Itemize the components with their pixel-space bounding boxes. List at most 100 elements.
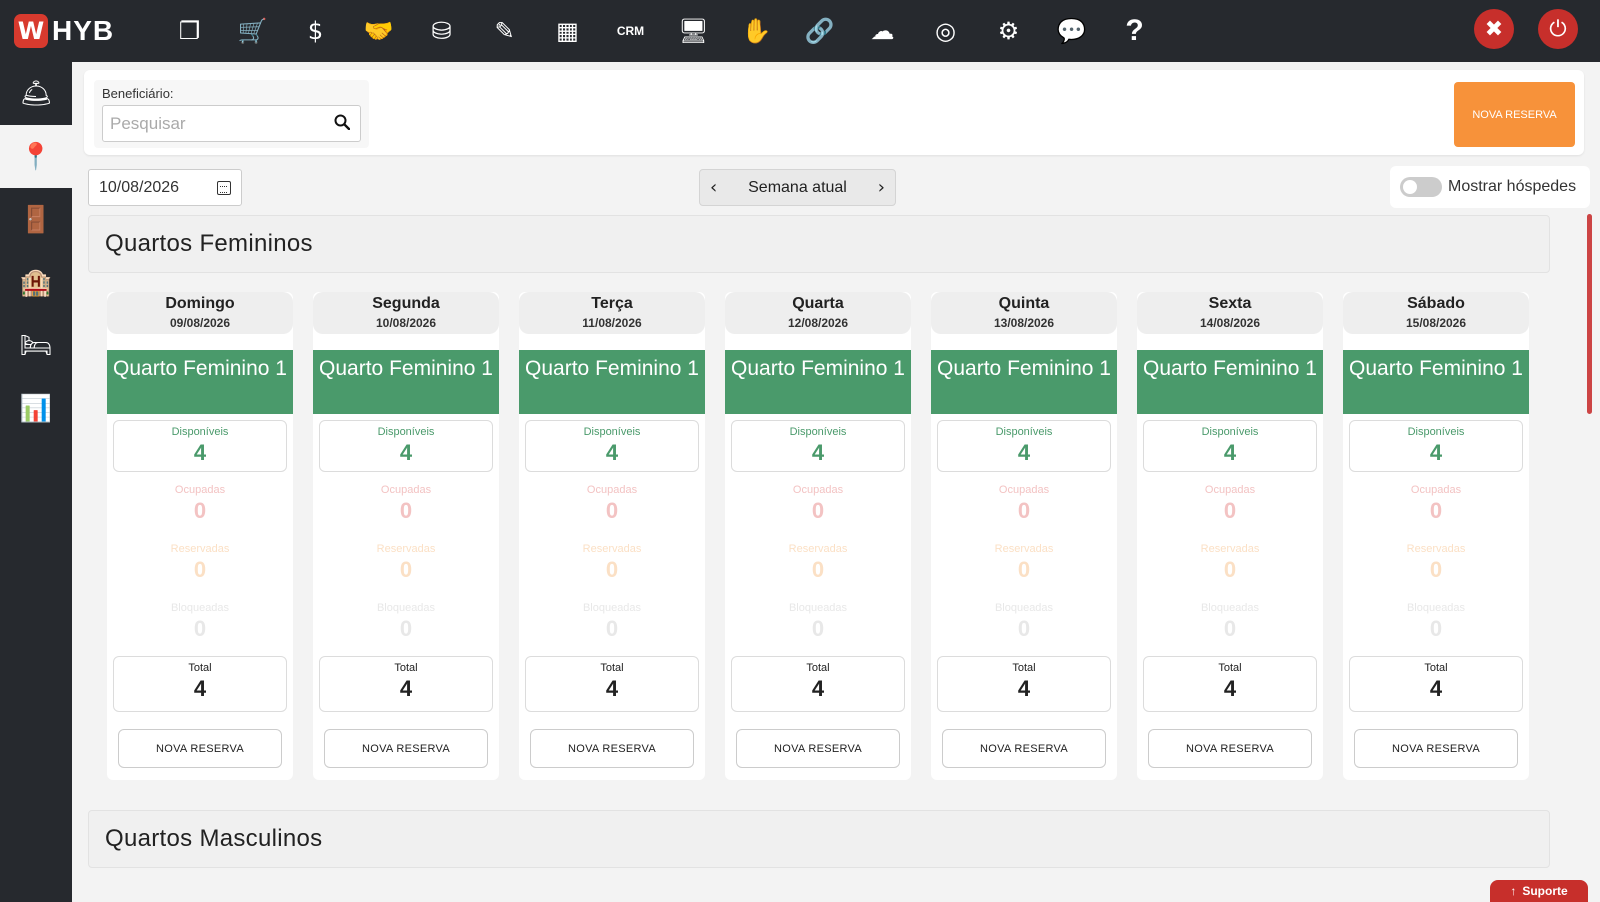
logo-text: HYB [52,15,115,46]
reception-bell-icon: 🛎 [19,78,53,109]
stat-ocupadas[interactable]: Ocupadas 0 [1143,479,1317,531]
hands-icon[interactable]: ✋ [725,0,788,62]
day-nova-reserva-button[interactable]: NOVA RESERVA [324,729,488,768]
coins-icon[interactable]: ⛁ [410,0,473,62]
scrollbar[interactable] [1587,214,1592,414]
prev-week-icon[interactable]: ‹ [710,177,717,198]
day-nova-reserva-button[interactable]: NOVA RESERVA [1148,729,1312,768]
pencil-icon[interactable]: ✎ [473,0,536,62]
stat-disponiveis[interactable]: Disponíveis 4 [319,420,493,472]
stat-disponiveis[interactable]: Disponíveis 4 [1349,420,1523,472]
stat-bloqueadas[interactable]: Bloqueadas 0 [525,597,699,649]
app-logo[interactable]: W HYB [14,14,132,48]
stat-label: Reservadas [170,543,230,555]
stat-reservadas[interactable]: Reservadas 0 [319,538,493,590]
day-date: 14/08/2026 [1199,316,1261,330]
stat-bloqueadas[interactable]: Bloqueadas 0 [319,597,493,649]
sidebar-item-hotel[interactable]: 🏨 [0,251,72,314]
stat-bloqueadas[interactable]: Bloqueadas 0 [1143,597,1317,649]
stat-ocupadas[interactable]: Ocupadas 0 [319,479,493,531]
date-picker[interactable]: 10/08/2026 [88,169,242,206]
nova-reserva-button[interactable]: NOVA RESERVA [1454,82,1575,147]
calculator-icon[interactable]: ▦ [536,0,599,62]
stat-bloqueadas[interactable]: Bloqueadas 0 [113,597,287,649]
handshake-icon[interactable]: 🤝 [347,0,410,62]
stat-disponiveis[interactable]: Disponíveis 4 [525,420,699,472]
section-quartos-femininos[interactable]: Quartos Femininos [88,215,1550,273]
room-header[interactable]: Quarto Feminino 1 [313,350,499,414]
stat-disponiveis[interactable]: Disponíveis 4 [731,420,905,472]
help-icon[interactable]: ? [1103,0,1166,62]
tools-icon[interactable]: ✖ [1474,9,1514,49]
day-nova-reserva-button[interactable]: NOVA RESERVA [736,729,900,768]
stat-disponiveis[interactable]: Disponíveis 4 [937,420,1111,472]
week-label[interactable]: Semana atual [748,179,847,197]
stat-ocupadas[interactable]: Ocupadas 0 [525,479,699,531]
stat-ocupadas[interactable]: Ocupadas 0 [731,479,905,531]
stat-bloqueadas[interactable]: Bloqueadas 0 [731,597,905,649]
stat-reservadas[interactable]: Reservadas 0 [525,538,699,590]
crm-icon[interactable]: CRM [599,0,662,62]
copy-icon[interactable]: ❐ [158,0,221,62]
stat-disponiveis[interactable]: Disponíveis 4 [113,420,287,472]
stat-ocupadas[interactable]: Ocupadas 0 [937,479,1111,531]
section-quartos-masculinos[interactable]: Quartos Masculinos [88,810,1550,868]
power-icon[interactable]: ⏻ [1538,9,1578,49]
sidebar: 🛎 📍 🚪 🏨 🛏 📊 [0,62,72,902]
sidebar-item-door-hanger[interactable]: 🚪 [0,188,72,251]
stat-ocupadas[interactable]: Ocupadas 0 [1349,479,1523,531]
link-icon[interactable]: 🔗 [788,0,851,62]
day-nova-reserva-button[interactable]: NOVA RESERVA [1354,729,1518,768]
stat-value: 4 [811,440,825,465]
stat-disponiveis[interactable]: Disponíveis 4 [1143,420,1317,472]
chat-icon[interactable]: 💬 [1040,0,1103,62]
day-nova-reserva-button[interactable]: NOVA RESERVA [530,729,694,768]
room-header[interactable]: Quarto Feminino 1 [519,350,705,414]
stat-reservadas[interactable]: Reservadas 0 [1349,538,1523,590]
search-field[interactable] [102,105,361,142]
sidebar-item-map-pin[interactable]: 📍 [0,125,72,188]
stat-reservadas[interactable]: Reservadas 0 [731,538,905,590]
stat-reservadas[interactable]: Reservadas 0 [937,538,1111,590]
stat-total: Total 4 [731,656,905,712]
room-header[interactable]: Quarto Feminino 1 [107,350,293,414]
stat-ocupadas[interactable]: Ocupadas 0 [113,479,287,531]
next-week-icon[interactable]: › [878,177,885,198]
stat-label: Total [806,662,830,674]
stat-reservadas[interactable]: Reservadas 0 [113,538,287,590]
room-header[interactable]: Quarto Feminino 1 [931,350,1117,414]
stat-label: Ocupadas [174,484,226,496]
stat-bloqueadas[interactable]: Bloqueadas 0 [1349,597,1523,649]
target-icon[interactable]: ◎ [914,0,977,62]
search-input[interactable] [103,106,313,141]
day-name: Sábado [1407,295,1465,312]
search-icon[interactable] [334,114,350,130]
room-header[interactable]: Quarto Feminino 1 [1137,350,1323,414]
monitor-icon[interactable]: 🖥 [662,0,725,62]
cloud-upload-icon[interactable]: ☁ [851,0,914,62]
room-header[interactable]: Quarto Feminino 1 [725,350,911,414]
day-name: Quinta [998,295,1050,312]
stat-value: 0 [1017,616,1031,641]
day-header: Quinta 13/08/2026 [931,292,1117,334]
room-header[interactable]: Quarto Feminino 1 [1343,350,1529,414]
stat-label: Total [188,662,212,674]
cart-icon[interactable]: 🛒 [221,0,284,62]
day-column: Quinta 13/08/2026 Quarto Feminino 1 Disp… [931,292,1117,780]
sidebar-item-report[interactable]: 📊 [0,377,72,440]
dollar-icon[interactable]: $ [284,0,347,62]
stat-value: 0 [811,616,825,641]
sidebar-item-reception-bell[interactable]: 🛎 [0,62,72,125]
stat-value: 0 [1429,557,1443,582]
toggle-switch[interactable] [1400,177,1442,197]
stat-bloqueadas[interactable]: Bloqueadas 0 [937,597,1111,649]
stat-reservadas[interactable]: Reservadas 0 [1143,538,1317,590]
day-nova-reserva-button[interactable]: NOVA RESERVA [942,729,1106,768]
stat-total: Total 4 [525,656,699,712]
day-nova-reserva-button[interactable]: NOVA RESERVA [118,729,282,768]
sidebar-item-beds[interactable]: 🛏 [0,314,72,377]
suporte-button[interactable]: ↑ Suporte [1490,880,1588,902]
gears-icon[interactable]: ⚙ [977,0,1040,62]
calendar-icon[interactable] [217,181,231,195]
stat-value: 4 [1223,676,1237,701]
